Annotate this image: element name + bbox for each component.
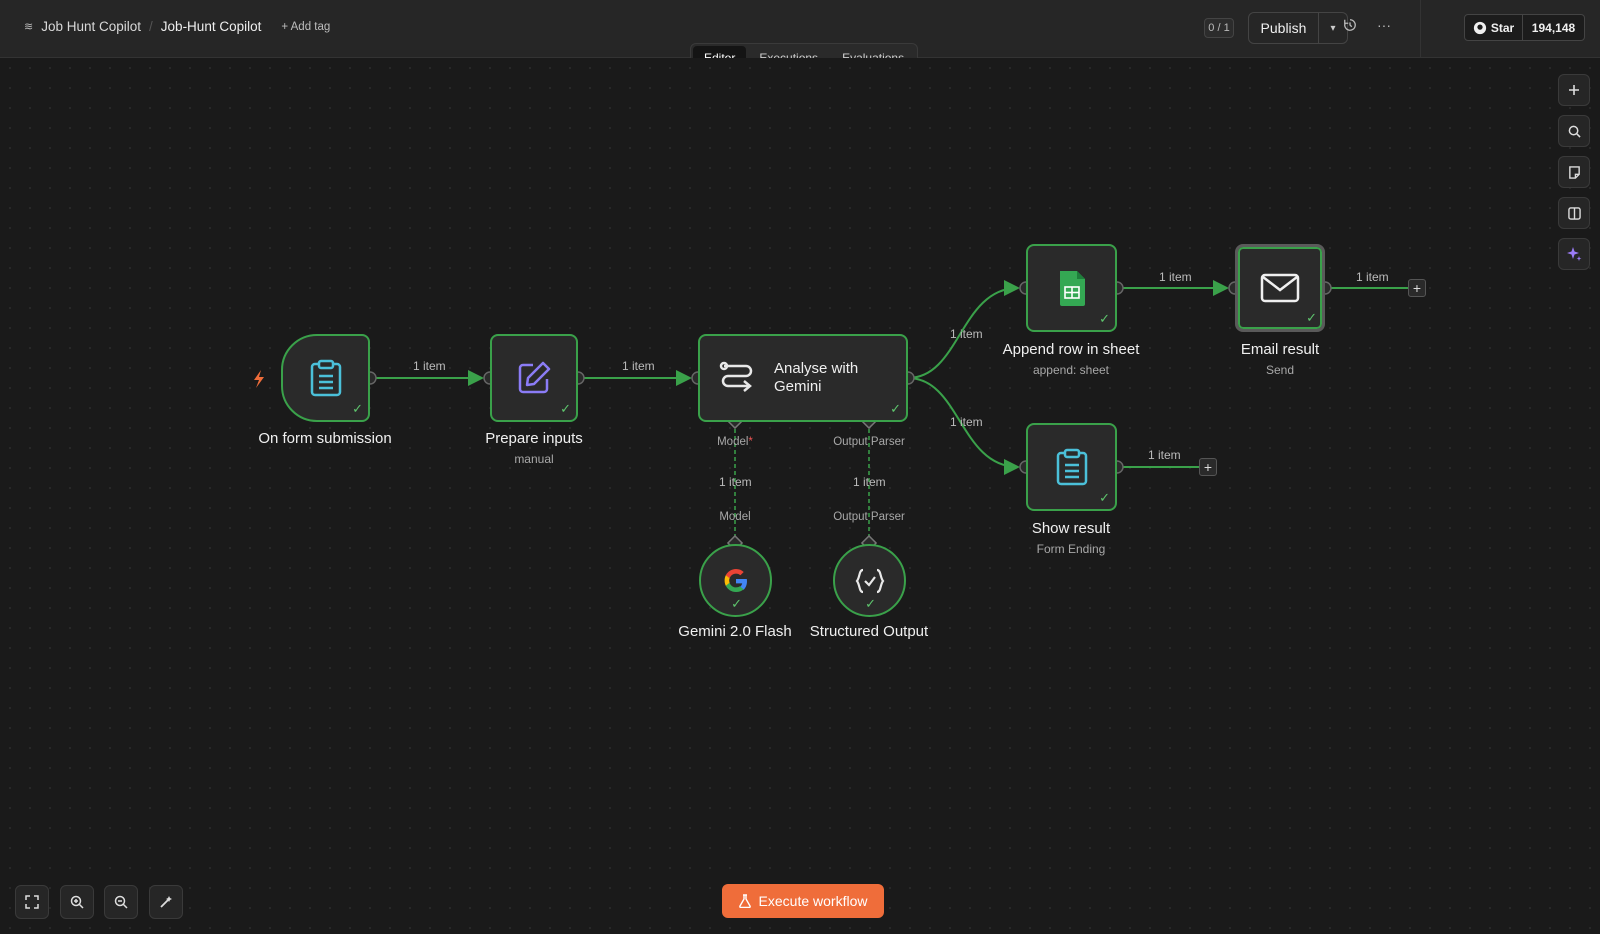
- github-star-widget[interactable]: Star 194,148: [1464, 14, 1585, 41]
- add-node-after-email-button[interactable]: +: [1408, 279, 1426, 297]
- sticky-note-button[interactable]: [1558, 156, 1590, 188]
- edge-label-email-end: 1 item: [1356, 270, 1389, 284]
- zoom-in-button[interactable]: [60, 885, 94, 919]
- more-options-icon[interactable]: ···: [1374, 17, 1394, 37]
- zoom-out-button[interactable]: [104, 885, 138, 919]
- execute-workflow-button[interactable]: Execute workflow: [722, 884, 884, 918]
- flask-icon: [738, 894, 751, 908]
- gemini-port-label: Model: [719, 511, 751, 523]
- github-star-count: 194,148: [1531, 20, 1576, 35]
- success-check-icon: ✓: [1099, 490, 1110, 505]
- node-show-result-label: Show result: [1031, 520, 1111, 537]
- node-prepare-inputs-label: Prepare inputs: [485, 430, 583, 447]
- breadcrumb-project[interactable]: Job Hunt Copilot: [41, 19, 141, 34]
- success-check-icon: ✓: [865, 596, 876, 611]
- layers-icon: ≋: [24, 21, 34, 33]
- tidy-up-button[interactable]: [149, 885, 183, 919]
- toggle-panel-button[interactable]: [1558, 197, 1590, 229]
- google-icon: [724, 568, 747, 592]
- node-append-sheet[interactable]: ✓: [1026, 244, 1117, 332]
- github-star: Star: [1465, 15, 1523, 40]
- wand-icon: [160, 896, 172, 908]
- structured-port-label: Output Parser: [833, 511, 905, 523]
- node-analyse-gemini-label: Analyse with Gemini: [774, 360, 859, 395]
- success-check-icon: ✓: [890, 401, 901, 416]
- node-show-result[interactable]: ✓: [1026, 423, 1117, 511]
- success-check-icon: ✓: [731, 596, 742, 611]
- execution-counter: 0 / 1: [1204, 18, 1234, 38]
- publish-button-group: Publish ▾: [1248, 12, 1348, 44]
- agent-icon: [719, 361, 753, 392]
- execute-workflow-label: Execute workflow: [758, 893, 868, 909]
- analyse-port-model-label: Model*: [717, 436, 753, 448]
- edge-label-prepare-analyse: 1 item: [622, 359, 655, 373]
- github-star-label: Star: [1490, 20, 1515, 35]
- envelope-icon: [1260, 273, 1300, 303]
- clipboard-icon: [310, 359, 341, 397]
- google-sheets-icon: [1059, 271, 1085, 306]
- fit-view-icon: [25, 895, 39, 909]
- node-form-submission-label: On form submission: [258, 430, 392, 447]
- add-node-button[interactable]: [1558, 74, 1590, 106]
- node-structured-output[interactable]: ✓: [833, 544, 906, 617]
- node-append-sheet-label: Append row in sheet: [1002, 341, 1140, 358]
- workflow-canvas[interactable]: [0, 58, 1600, 934]
- success-check-icon: ✓: [1306, 310, 1317, 325]
- search-nodes-button[interactable]: [1558, 115, 1590, 147]
- ai-assistant-button[interactable]: [1558, 238, 1590, 270]
- node-gemini-flash[interactable]: ✓: [699, 544, 772, 617]
- node-email-result-subtitle: Send: [1265, 363, 1295, 377]
- add-node-after-show-button[interactable]: +: [1199, 458, 1217, 476]
- edge-label-analyse-sheet: 1 item: [950, 327, 983, 341]
- node-append-sheet-subtitle: append: sheet: [1032, 363, 1110, 377]
- workflow-title[interactable]: Job-Hunt Copilot: [161, 19, 262, 34]
- braces-check-icon: [855, 568, 884, 593]
- edge-label-form-prepare: 1 item: [413, 359, 446, 373]
- publish-button[interactable]: Publish: [1249, 13, 1319, 43]
- search-icon: [1568, 125, 1581, 138]
- plus-icon: [1569, 85, 1579, 95]
- github-icon: [1473, 21, 1486, 34]
- success-check-icon: ✓: [560, 401, 571, 416]
- node-prepare-inputs[interactable]: ✓: [490, 334, 578, 422]
- header-divider: [1420, 0, 1421, 58]
- edge-label-model: 1 item: [719, 475, 752, 489]
- node-email-result[interactable]: ✓: [1235, 244, 1325, 332]
- node-show-result-subtitle: Form Ending: [1036, 542, 1106, 556]
- success-check-icon: ✓: [352, 401, 363, 416]
- zoom-out-icon: [114, 895, 128, 909]
- analyse-port-parser-label: Output Parser: [833, 436, 905, 448]
- clipboard-icon: [1056, 448, 1087, 486]
- node-form-submission[interactable]: ✓: [281, 334, 370, 422]
- node-structured-output-label: Structured Output: [809, 623, 929, 640]
- edge-label-sheet-email: 1 item: [1159, 270, 1192, 284]
- edge-label-show-end: 1 item: [1148, 448, 1181, 462]
- panel-icon: [1567, 206, 1581, 220]
- zoom-in-icon: [70, 895, 84, 909]
- breadcrumb-separator: /: [149, 19, 153, 34]
- sticky-note-icon: [1568, 165, 1580, 179]
- add-tag-button[interactable]: + Add tag: [281, 21, 330, 33]
- edit-icon: [518, 361, 551, 394]
- node-analyse-gemini[interactable]: Analyse with Gemini ✓: [698, 334, 908, 422]
- fit-view-button[interactable]: [15, 885, 49, 919]
- node-prepare-inputs-subtitle: manual: [514, 452, 554, 466]
- edge-label-analyse-show: 1 item: [950, 415, 983, 429]
- node-email-result-label: Email result: [1240, 341, 1320, 358]
- history-icon[interactable]: [1340, 18, 1360, 38]
- edge-label-parser: 1 item: [853, 475, 886, 489]
- success-check-icon: ✓: [1099, 311, 1110, 326]
- sparkles-icon: [1567, 247, 1582, 261]
- breadcrumb: ≋ Job Hunt Copilot / Job-Hunt Copilot + …: [24, 19, 330, 34]
